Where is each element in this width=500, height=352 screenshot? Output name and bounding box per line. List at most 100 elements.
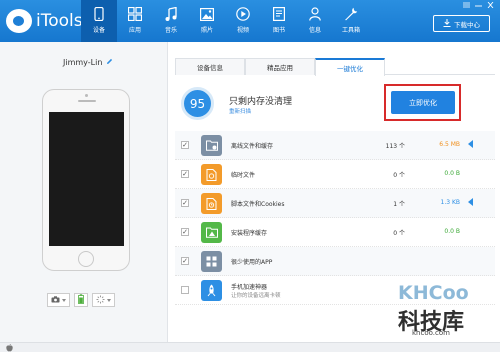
device-panel: Jimmy-Lin xyxy=(0,42,168,342)
nav-label: 照片 xyxy=(200,27,213,34)
watermark-url: khcoo.com xyxy=(412,329,450,337)
rescan-link[interactable]: 重新扫描 xyxy=(229,107,251,115)
list-item[interactable]: ✓ 离线文件和缓存 113 个 6.5 MB xyxy=(175,131,495,160)
nav-item-books[interactable]: 图书 xyxy=(261,0,297,42)
video-play-icon xyxy=(236,7,250,21)
item-name: 手机加速神器 xyxy=(231,284,268,291)
item-checkbox[interactable]: ✓ xyxy=(181,170,189,178)
expand-arrow-icon[interactable] xyxy=(468,140,473,148)
nav-item-device[interactable]: 设备 xyxy=(81,0,117,42)
temp-file-icon xyxy=(201,164,222,185)
dropdown-icon xyxy=(107,296,111,304)
expand-arrow-icon[interactable] xyxy=(468,198,473,206)
item-count: 1 个 xyxy=(393,201,405,208)
window-controls xyxy=(463,1,494,9)
device-tools xyxy=(47,293,115,307)
nav-item-info[interactable]: 信息 xyxy=(297,0,333,42)
item-checkbox[interactable]: ✓ xyxy=(181,141,189,149)
nav-label: 音乐 xyxy=(164,27,177,34)
download-center-label: 下载中心 xyxy=(454,20,480,29)
phone-home-button xyxy=(78,251,94,267)
cleanup-list: ✓ 离线文件和缓存 113 个 6.5 MB ✓ 临时文件 0 个 0.0 B … xyxy=(175,131,495,305)
nav-label: 设备 xyxy=(92,27,105,34)
device-name: Jimmy-Lin xyxy=(63,58,113,67)
book-icon xyxy=(272,7,286,21)
battery-status[interactable] xyxy=(74,293,88,307)
item-name: 脚本文件和Cookies xyxy=(231,201,285,208)
phone-speaker xyxy=(78,100,96,102)
download-icon xyxy=(443,18,451,29)
watermark-logo: KHCoo xyxy=(398,282,469,304)
item-name: 临时文件 xyxy=(231,172,256,179)
music-note-icon xyxy=(164,7,178,21)
nav-label: 视频 xyxy=(236,27,249,34)
dropdown-icon xyxy=(62,296,66,304)
app-title: iTools xyxy=(36,11,83,31)
watermark: KHCoo 科技库 khcoo.com xyxy=(398,282,469,337)
tab-featured-apps[interactable]: 精品应用 xyxy=(245,58,315,75)
screenshot-button[interactable] xyxy=(47,293,70,307)
main-nav: 设备 应用 音乐 照片 视频 图书 信息 工具箱 xyxy=(81,0,369,42)
tab-device-info[interactable]: 设备信息 xyxy=(175,58,245,75)
app-grid-icon xyxy=(201,251,222,272)
item-name: 很少使用的APP xyxy=(231,259,273,266)
list-item[interactable]: ✓ 脚本文件和Cookies 1 个 1.3 KB xyxy=(175,189,495,218)
item-count: 113 个 xyxy=(385,143,405,150)
tab-one-click-optimize[interactable]: 一键优化 xyxy=(315,58,385,76)
item-subtitle: 让你的设备远离卡顿 xyxy=(231,293,281,299)
item-size: 0.0 B xyxy=(444,170,460,177)
device-phone-image xyxy=(42,89,130,271)
item-size: 6.5 MB xyxy=(439,141,460,148)
nav-label: 应用 xyxy=(128,27,141,34)
camera-icon xyxy=(51,295,60,305)
folder-clear-icon xyxy=(201,135,222,156)
photo-icon xyxy=(200,7,214,21)
item-checkbox[interactable]: ✓ xyxy=(181,199,189,207)
top-bar: iTools 设备 应用 音乐 照片 视频 图书 信息 工具箱 下载中心 xyxy=(0,0,500,42)
health-score: 95 xyxy=(181,87,214,120)
status-bar xyxy=(0,342,500,352)
item-size: 0.0 B xyxy=(444,228,460,235)
nav-label: 图书 xyxy=(272,27,285,34)
item-checkbox[interactable]: ✓ xyxy=(181,257,189,265)
list-item[interactable]: ✓ 安装程序缓存 0 个 0.0 B xyxy=(175,218,495,247)
battery-icon xyxy=(78,294,84,306)
item-count: 0 个 xyxy=(393,172,405,179)
minimize-icon[interactable] xyxy=(475,2,482,8)
nav-label: 信息 xyxy=(308,27,321,34)
phone-camera xyxy=(85,94,88,97)
device-name-text: Jimmy-Lin xyxy=(63,58,103,67)
item-name: 安装程序缓存 xyxy=(231,230,268,237)
loading-spinner-icon xyxy=(96,295,105,306)
script-file-icon xyxy=(201,193,222,214)
apps-grid-icon xyxy=(128,7,142,21)
optimize-now-button[interactable]: 立即优化 xyxy=(391,91,455,114)
item-count: 0 个 xyxy=(393,230,405,237)
itools-logo-icon xyxy=(6,9,32,33)
wrench-icon xyxy=(344,7,358,21)
nav-item-music[interactable]: 音乐 xyxy=(153,0,189,42)
close-icon[interactable] xyxy=(487,1,494,9)
optimize-status-title: 只剩内存没清理 xyxy=(229,97,293,107)
item-checkbox[interactable] xyxy=(181,286,189,294)
app-logo: iTools xyxy=(6,9,83,33)
install-cache-icon xyxy=(201,222,222,243)
item-size: 1.3 KB xyxy=(440,199,461,206)
rocket-icon xyxy=(201,280,222,301)
list-item[interactable]: ✓ 很少使用的APP xyxy=(175,247,495,276)
item-checkbox[interactable]: ✓ xyxy=(181,228,189,236)
list-item[interactable]: ✓ 临时文件 0 个 0.0 B xyxy=(175,160,495,189)
item-name: 离线文件和缓存 xyxy=(231,143,274,150)
phone-icon xyxy=(92,7,106,21)
edit-pencil-icon[interactable] xyxy=(106,58,113,67)
nav-item-video[interactable]: 视频 xyxy=(225,0,261,42)
nav-item-photos[interactable]: 照片 xyxy=(189,0,225,42)
nav-item-toolbox[interactable]: 工具箱 xyxy=(333,0,369,42)
download-center-button[interactable]: 下载中心 xyxy=(433,15,490,32)
nav-item-apps[interactable]: 应用 xyxy=(117,0,153,42)
more-options-button[interactable] xyxy=(92,293,115,307)
user-icon xyxy=(308,7,322,21)
apple-icon xyxy=(6,343,13,352)
nav-label: 工具箱 xyxy=(341,27,360,34)
menu-icon[interactable] xyxy=(463,2,470,8)
